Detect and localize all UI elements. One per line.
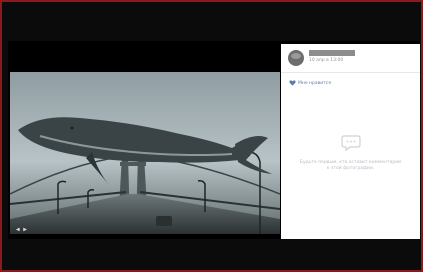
photo-sidebar: 10 апр в 13:00 Мне нравится Будьте первы… [281,44,420,239]
post-date[interactable]: 10 апр в 13:00 [309,58,343,63]
heart-icon [289,80,296,86]
like-button[interactable]: Мне нравится [289,80,331,86]
photo[interactable]: ◀ ▶ [10,44,280,239]
photo-navigation[interactable]: ◀ ▶ [16,226,27,233]
post-header: 10 апр в 13:00 [281,44,420,73]
comments-empty-text: Будьте первым, кто оставит комментарий к… [299,160,402,171]
comments-empty-state: Будьте первым, кто оставит комментарий к… [281,134,420,172]
author-name[interactable] [309,50,355,56]
speech-bubble-icon [340,135,361,152]
photo-image [10,44,280,239]
avatar[interactable] [288,50,304,66]
like-label: Мне нравится [298,80,331,86]
